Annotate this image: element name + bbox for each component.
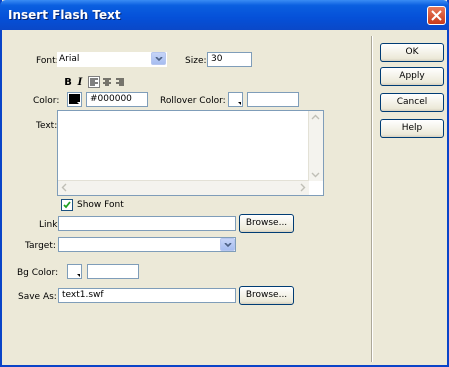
chevron-left-icon	[61, 183, 67, 192]
scroll-left-button[interactable]	[58, 181, 71, 194]
chevron-down-icon	[155, 57, 163, 62]
scroll-down-button[interactable]	[309, 168, 322, 181]
horizontal-scrollbar[interactable]	[58, 180, 309, 195]
align-right-icon	[116, 78, 124, 86]
show-font-label: Show Font	[77, 200, 124, 210]
divider	[371, 36, 372, 362]
swatch-arrow-icon	[238, 102, 241, 105]
bg-color-label: Bg Color:	[17, 268, 59, 278]
help-button[interactable]: Help	[380, 119, 444, 138]
color-label: Color:	[33, 96, 60, 106]
size-input[interactable]: 30	[207, 52, 252, 67]
save-as-label: Save As:	[18, 292, 57, 302]
vertical-scrollbar[interactable]	[308, 111, 323, 181]
align-center-button[interactable]	[101, 76, 113, 88]
close-button[interactable]	[427, 6, 446, 25]
insert-flash-text-dialog: Insert Flash Text Font: Arial Size: 30 B…	[0, 0, 449, 367]
rollover-color-label: Rollover Color:	[160, 96, 226, 106]
text-label: Text:	[36, 121, 58, 131]
cancel-button[interactable]: Cancel	[380, 93, 444, 112]
target-select[interactable]	[58, 237, 236, 252]
save-as-browse-button[interactable]: Browse...	[239, 286, 294, 305]
ok-button[interactable]: OK	[380, 43, 444, 62]
color-input[interactable]: #000000	[86, 92, 148, 107]
rollover-color-input[interactable]	[247, 92, 299, 107]
font-select[interactable]: Arial	[57, 52, 167, 67]
target-label: Target:	[25, 241, 56, 251]
text-area[interactable]	[57, 110, 324, 196]
align-right-button[interactable]	[114, 76, 126, 88]
link-browse-button[interactable]: Browse...	[239, 214, 294, 233]
scroll-up-button[interactable]	[309, 111, 322, 124]
align-left-button[interactable]	[88, 76, 100, 88]
close-icon	[431, 10, 442, 21]
font-dropdown-button[interactable]	[151, 52, 166, 65]
scroll-right-button[interactable]	[296, 181, 309, 194]
window-title: Insert Flash Text	[8, 8, 121, 22]
align-center-icon	[103, 78, 111, 86]
size-label: Size:	[185, 56, 207, 66]
target-dropdown-button[interactable]	[220, 238, 235, 251]
swatch-arrow-icon	[77, 102, 80, 105]
apply-button[interactable]: Apply	[380, 67, 444, 86]
color-swatch[interactable]	[67, 92, 82, 107]
bg-color-swatch[interactable]	[67, 264, 82, 279]
bg-color-input[interactable]	[87, 264, 139, 279]
font-label: Font:	[36, 56, 59, 66]
title-bar[interactable]: Insert Flash Text	[0, 0, 449, 30]
chevron-right-icon	[300, 183, 306, 192]
bold-button[interactable]: B	[62, 77, 74, 89]
chevron-down-icon	[311, 172, 320, 178]
rollover-color-swatch[interactable]	[228, 92, 243, 107]
show-font-checkbox[interactable]	[61, 199, 73, 211]
checkmark-icon	[63, 201, 71, 209]
font-value: Arial	[59, 54, 80, 64]
link-input[interactable]	[58, 216, 236, 231]
chevron-up-icon	[311, 114, 320, 120]
swatch-arrow-icon	[77, 274, 80, 277]
save-as-input[interactable]: text1.swf	[58, 288, 236, 303]
align-left-icon	[90, 78, 98, 86]
chevron-down-icon	[224, 243, 232, 248]
italic-button[interactable]: I	[74, 77, 86, 89]
